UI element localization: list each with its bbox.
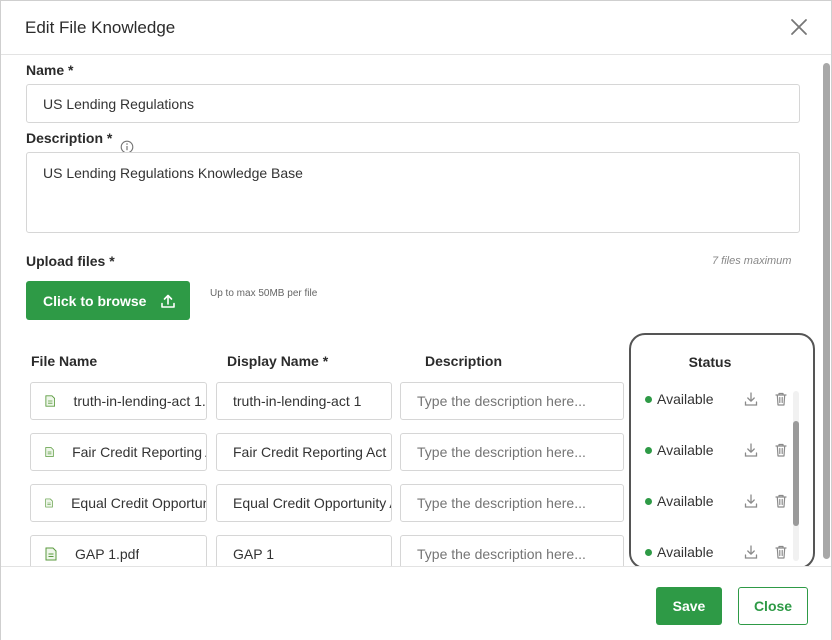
display-name-input[interactable] [216,484,392,522]
trash-icon[interactable] [773,493,789,509]
browse-button-label: Click to browse [43,292,147,309]
column-header-display-name: Display Name * [227,353,329,369]
file-description-input[interactable] [400,433,624,471]
column-header-description: Description [425,353,503,369]
status-dot [645,395,652,403]
file-description-input[interactable] [400,535,624,566]
status-text: Available [657,493,714,509]
file-description-input[interactable] [400,382,624,420]
file-name-text: Fair Credit Reporting Act.pdf [72,444,206,460]
file-name-text: truth-in-lending-act 1.pdf [73,393,206,409]
browse-files-button[interactable]: Click to browse [26,281,190,320]
dialog-header: Edit File Knowledge [1,1,831,55]
column-header-status: Status [688,354,732,370]
status-badge: Available [645,542,714,562]
name-label: Name * [26,62,74,78]
status-column-panel: Status Available Available Available Ava… [629,333,815,566]
file-size-hint: Up to max 50MB per file [210,288,318,299]
download-icon[interactable] [743,493,759,509]
description-label: Description * [26,130,113,146]
status-dot [645,497,652,505]
status-badge: Available [645,491,714,511]
display-name-input[interactable] [216,382,392,420]
table-row-file-name: truth-in-lending-act 1.pdf [30,382,207,420]
dialog-body: Name * Description * US Lending Regulati… [1,56,831,566]
download-icon[interactable] [743,442,759,458]
close-button[interactable]: Close [738,587,808,625]
dialog-scrollbar-thumb[interactable] [823,63,830,559]
file-name-text: Equal Credit Opportunity Act.pdf [71,495,206,511]
trash-icon[interactable] [773,442,789,458]
status-dot [645,548,652,556]
file-icon [45,447,54,457]
status-badge: Available [645,440,714,460]
table-row-file-name: Equal Credit Opportunity Act.pdf [30,484,207,522]
column-header-file-name: File Name [31,353,98,369]
display-name-input[interactable] [216,433,392,471]
table-scrollbar-thumb[interactable] [793,421,799,526]
file-name-text: GAP 1.pdf [75,546,140,562]
status-text: Available [657,391,714,407]
display-name-input[interactable] [216,535,392,566]
files-max-hint: 7 files maximum [712,255,792,267]
edit-file-knowledge-dialog: Edit File Knowledge Name * Description *… [0,0,832,640]
download-icon[interactable] [743,391,759,407]
file-icon [45,498,53,508]
status-dot [645,446,652,454]
file-icon [45,395,56,407]
close-icon[interactable] [787,15,811,39]
upload-icon [161,294,176,308]
trash-icon[interactable] [773,391,789,407]
dialog-title: Edit File Knowledge [25,18,176,37]
upload-files-label: Upload files * [26,253,115,269]
file-description-input[interactable] [400,484,624,522]
save-button[interactable]: Save [656,587,722,625]
status-text: Available [657,544,714,560]
table-row-file-name: Fair Credit Reporting Act.pdf [30,433,207,471]
trash-icon[interactable] [773,544,789,560]
description-textarea[interactable]: US Lending Regulations Knowledge Base [26,152,800,233]
name-input[interactable] [26,84,800,123]
file-icon [45,547,57,561]
table-row-file-name: GAP 1.pdf [30,535,207,566]
download-icon[interactable] [743,544,759,560]
status-text: Available [657,442,714,458]
status-badge: Available [645,389,714,409]
dialog-footer: Save Close [1,566,831,640]
